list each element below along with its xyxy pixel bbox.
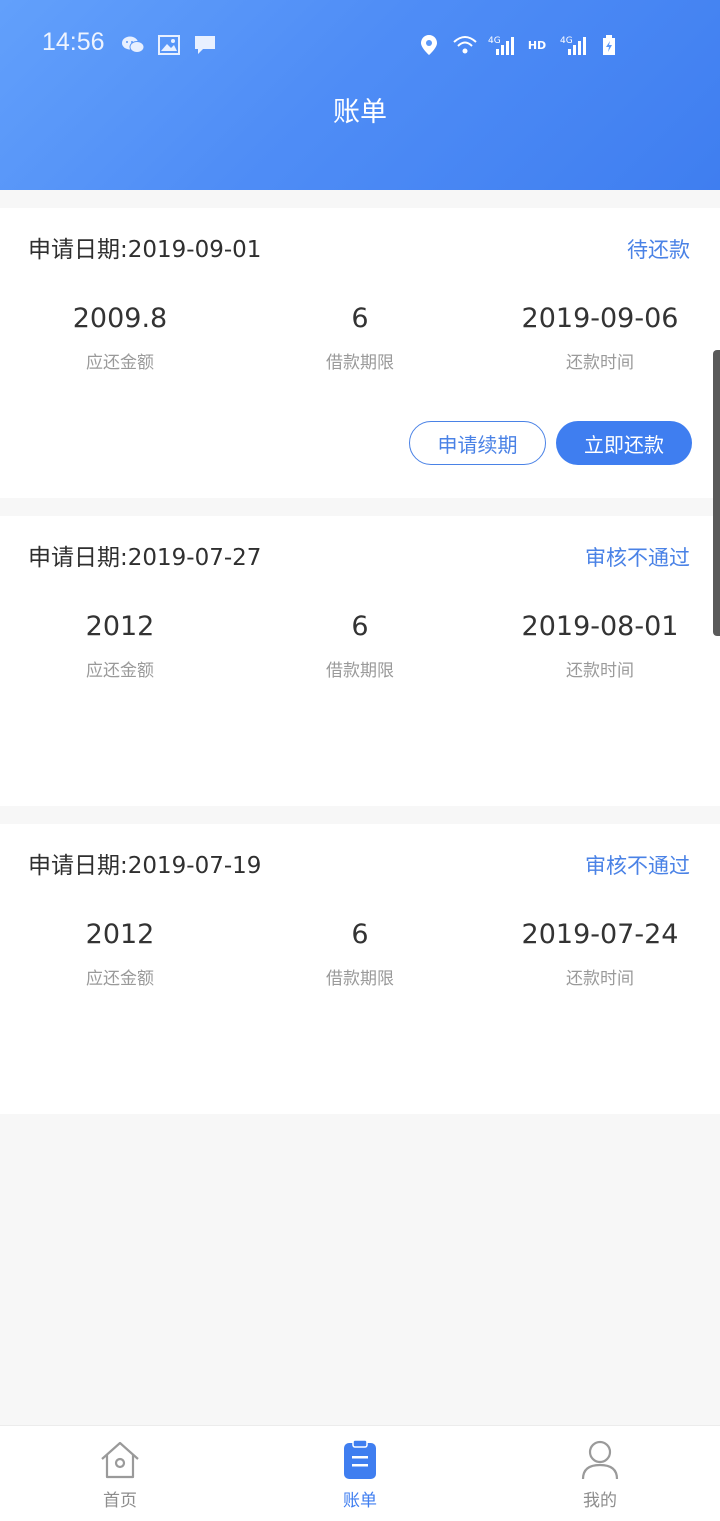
- battery-charging-icon: [596, 33, 622, 57]
- tab-label: 账单: [343, 1491, 377, 1511]
- repay-now-button[interactable]: 立即还款: [556, 421, 692, 465]
- term-value: 6: [351, 303, 369, 334]
- header: 14:56 4G HD 4G 账单: [0, 0, 720, 190]
- bill-card[interactable]: 申请日期:2019-09-01 待还款 2009.8 应还金额 6 借款期限 2…: [0, 208, 720, 498]
- repay-time-column: 2019-09-06 还款时间: [480, 302, 720, 373]
- image-icon: [156, 33, 182, 57]
- repay-time-label: 还款时间: [566, 353, 634, 373]
- status-bar: 14:56 4G HD 4G: [0, 28, 720, 64]
- tab-label: 我的: [583, 1491, 617, 1511]
- user-icon: [578, 1438, 622, 1482]
- tab-bill[interactable]: 账单: [240, 1426, 480, 1521]
- status-time: 14:56: [42, 28, 105, 56]
- term-label: 借款期限: [326, 661, 394, 681]
- bill-status: 待还款: [627, 238, 690, 262]
- tab-mine[interactable]: 我的: [480, 1426, 720, 1521]
- repay-time-value: 2019-08-01: [521, 611, 679, 642]
- location-icon: [416, 33, 442, 57]
- term-label: 借款期限: [326, 353, 394, 373]
- term-column: 6 借款期限: [240, 918, 480, 989]
- term-column: 6 借款期限: [240, 302, 480, 373]
- amount-label: 应还金额: [86, 969, 154, 989]
- svg-text:4G: 4G: [488, 36, 501, 46]
- term-label: 借款期限: [326, 969, 394, 989]
- amount-value: 2009.8: [72, 303, 168, 334]
- bill-icon: [338, 1438, 382, 1482]
- tab-home[interactable]: 首页: [0, 1426, 240, 1521]
- repay-time-label: 还款时间: [566, 661, 634, 681]
- amount-label: 应还金额: [86, 661, 154, 681]
- amount-column: 2012 应还金额: [0, 918, 240, 989]
- amount-value: 2012: [85, 611, 155, 642]
- amount-column: 2009.8 应还金额: [0, 302, 240, 373]
- bottom-tab-bar: 首页 账单 我的: [0, 1425, 720, 1521]
- svg-text:4G: 4G: [560, 36, 573, 46]
- repay-time-label: 还款时间: [566, 969, 634, 989]
- signal-4g-icon: 4G: [560, 33, 586, 57]
- message-icon: [192, 33, 218, 57]
- signal-4g-icon: 4G: [488, 33, 514, 57]
- page-title: 账单: [333, 97, 387, 128]
- tab-label: 首页: [103, 1491, 137, 1511]
- bill-status: 审核不通过: [585, 546, 690, 570]
- amount-value: 2012: [85, 919, 155, 950]
- wechat-icon: [120, 33, 146, 57]
- bill-list: 申请日期:2019-09-01 待还款 2009.8 应还金额 6 借款期限 2…: [0, 208, 720, 1132]
- amount-label: 应还金额: [86, 353, 154, 373]
- repay-time-column: 2019-07-24 还款时间: [480, 918, 720, 989]
- wifi-icon: [452, 33, 478, 57]
- repay-time-column: 2019-08-01 还款时间: [480, 610, 720, 681]
- term-value: 6: [351, 611, 369, 642]
- bill-card[interactable]: 申请日期:2019-07-27 审核不通过 2012 应还金额 6 借款期限 2…: [0, 516, 720, 806]
- apply-date: 申请日期:2019-09-01: [28, 237, 262, 263]
- repay-time-value: 2019-07-24: [521, 919, 679, 950]
- bill-status: 审核不通过: [585, 854, 690, 878]
- apply-date: 申请日期:2019-07-19: [28, 853, 262, 879]
- apply-renewal-button[interactable]: 申请续期: [409, 421, 546, 465]
- scrollbar[interactable]: [713, 350, 720, 636]
- home-icon: [98, 1438, 142, 1482]
- hd-icon: HD: [527, 38, 547, 52]
- repay-time-value: 2019-09-06: [521, 303, 679, 334]
- bill-card[interactable]: 申请日期:2019-07-19 审核不通过 2012 应还金额 6 借款期限 2…: [0, 824, 720, 1114]
- amount-column: 2012 应还金额: [0, 610, 240, 681]
- term-column: 6 借款期限: [240, 610, 480, 681]
- term-value: 6: [351, 919, 369, 950]
- apply-date: 申请日期:2019-07-27: [28, 545, 262, 571]
